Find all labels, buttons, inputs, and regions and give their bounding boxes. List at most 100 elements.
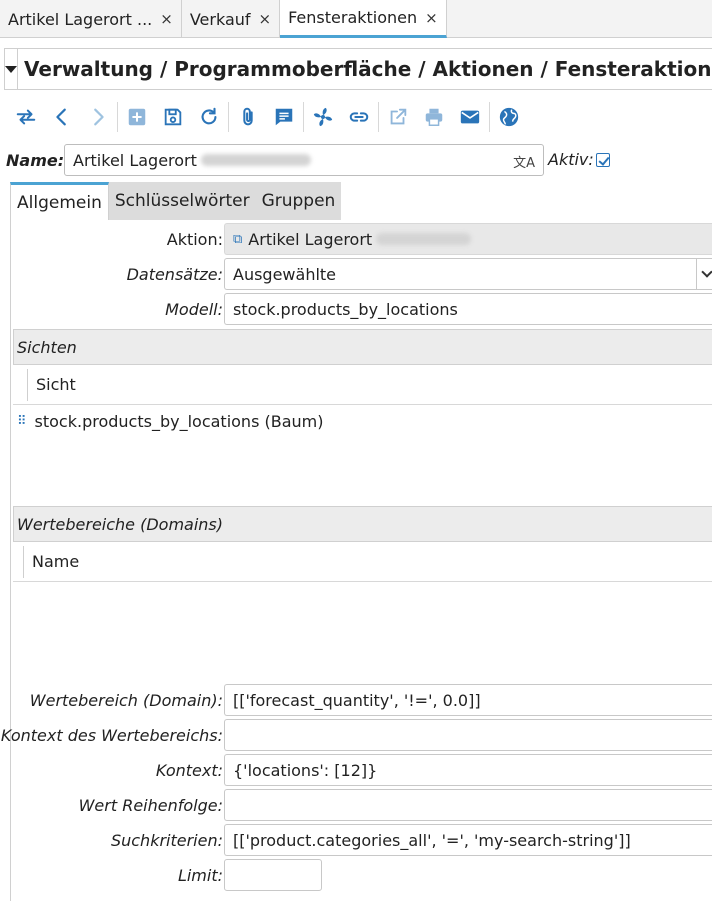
open-external-icon [390,108,407,125]
tab-label: Verkauf [189,9,251,29]
kontext-wertebereich-input[interactable] [224,719,712,751]
previous-button[interactable] [44,99,80,135]
aktion-label: Aktion: [166,229,223,249]
print-button[interactable] [416,99,452,135]
kontext-value: {'locations': [12]} [233,760,378,780]
aktiv-label: Aktiv: [548,150,594,169]
caret-down-icon [5,65,17,73]
save-button[interactable] [155,99,191,135]
previous-icon [56,108,66,126]
sichten-table-header: Sicht [13,365,712,405]
tab-artikel-lagerort[interactable]: Artikel Lagerort ... × [0,0,182,38]
new-record-icon [128,108,146,126]
name-row: Name: Artikel Lagerort 文A Aktiv: [6,144,712,176]
title-bar: Verwaltung / Programmoberfläche / Aktion… [4,48,712,90]
form-tabs: Allgemein Schlüsselwörter Gruppen [10,182,342,220]
aktiv-checkbox[interactable] [595,152,610,167]
datensaetze-label: Datensätze: [126,264,223,284]
close-icon[interactable]: × [259,10,272,28]
print-icon [425,108,443,126]
name-value: Artikel Lagerort [73,150,197,170]
domain-input[interactable]: [['forecast_quantity', '!=', 0.0]] [224,684,712,716]
suchkriterien-row: Suchkriterien: [['product.categories_all… [11,824,712,856]
tab-label: Fensteraktionen [288,8,418,27]
email-button[interactable] [452,99,488,135]
list-item[interactable]: ⠿ stock.products_by_locations (Baum) [13,405,712,437]
notes-icon [275,108,293,126]
open-link-icon[interactable]: ⧉ [233,232,242,247]
reihenfolge-row: Wert Reihenfolge: [11,789,712,821]
datensaetze-select[interactable]: Ausgewählte [224,258,712,290]
kontext-wertebereich-label: Kontext des Wertebereichs: [0,725,223,745]
tab-verkauf[interactable]: Verkauf × [182,0,281,38]
reload-icon [201,107,217,125]
close-icon[interactable]: × [160,10,173,28]
tab-schluesselwoerter[interactable]: Schlüsselwörter [108,182,256,220]
actions-button[interactable] [305,99,341,135]
column-divider [23,545,24,578]
open-button[interactable] [380,99,416,135]
switch-view-button[interactable] [8,99,44,135]
allgemein-panel: Aktion: ⧉ Artikel Lagerort Datensätze: A… [1,219,712,901]
next-icon [94,108,104,126]
attachment-icon [243,107,253,126]
kontext-input[interactable]: {'locations': [12]} [224,754,712,786]
modell-value: stock.products_by_locations [233,299,458,319]
suchkriterien-value: [['product.categories_all', '=', 'my-sea… [233,830,631,850]
kontext-label: Kontext: [155,760,223,780]
attachment-button[interactable] [230,99,266,135]
modell-row: Modell: stock.products_by_locations [11,293,712,325]
limit-label: Limit: [177,865,223,885]
name-input[interactable]: Artikel Lagerort 文A [64,144,544,176]
domain-row: Wertebereich (Domain): [['forecast_quant… [11,684,712,716]
domain-label: Wertebereich (Domain): [29,690,223,710]
new-record-button[interactable] [119,99,155,135]
reihenfolge-input[interactable] [224,789,712,821]
close-icon[interactable]: × [425,9,438,27]
toolbar-separator [489,102,490,132]
suchkriterien-label: Suchkriterien: [110,830,223,850]
column-divider [27,368,28,401]
menu-dropdown-button[interactable] [5,49,18,89]
domains-heading: Wertebereiche (Domains) [13,506,712,542]
domain-value: [['forecast_quantity', '!=', 0.0]] [233,690,481,710]
link-icon [349,112,369,122]
sichten-heading: Sichten [13,329,712,365]
tab-allgemein[interactable]: Allgemein [10,182,109,220]
toolbar-separator [303,102,304,132]
reihenfolge-label: Wert Reihenfolge: [78,795,223,815]
next-button[interactable] [80,99,116,135]
window-tab-bar: Artikel Lagerort ... × Verkauf × Fenster… [0,0,712,38]
column-header-name[interactable]: Name [32,552,79,571]
tab-fensteraktionen[interactable]: Fensteraktionen × [280,0,447,38]
limit-input[interactable] [224,859,322,891]
toolbar [8,98,527,136]
column-header-sicht[interactable]: Sicht [36,375,76,394]
web-button[interactable] [491,99,527,135]
suchkriterien-input[interactable]: [['product.categories_all', '=', 'my-sea… [224,824,712,856]
tab-gruppen[interactable]: Gruppen [255,182,342,220]
limit-row: Limit: [11,859,712,891]
reload-button[interactable] [191,99,227,135]
notes-button[interactable] [266,99,302,135]
sicht-value: stock.products_by_locations (Baum) [34,411,324,431]
kontext-row: Kontext: {'locations': [12]} [11,754,712,786]
page-title: Verwaltung / Programmoberfläche / Aktion… [24,57,712,81]
domains-table-header: Name [13,542,712,582]
modell-input[interactable]: stock.products_by_locations [224,293,712,325]
relate-button[interactable] [341,99,377,135]
actions-icon [313,107,333,127]
toolbar-separator [117,102,118,132]
toolbar-separator [378,102,379,132]
chevron-down-icon [700,266,712,278]
select-dropdown-button[interactable] [696,258,712,290]
globe-icon [499,107,519,127]
email-icon [460,110,480,124]
switch-view-icon [16,109,36,125]
drag-handle-icon[interactable]: ⠿ [17,414,27,429]
tab-label: Artikel Lagerort ... [8,9,153,29]
datensaetze-row: Datensätze: Ausgewählte [11,258,712,290]
aktion-field[interactable]: ⧉ Artikel Lagerort [224,223,712,255]
translate-icon[interactable]: 文A [513,152,535,171]
kontext-wertebereich-row: Kontext des Wertebereichs: [1,719,712,751]
